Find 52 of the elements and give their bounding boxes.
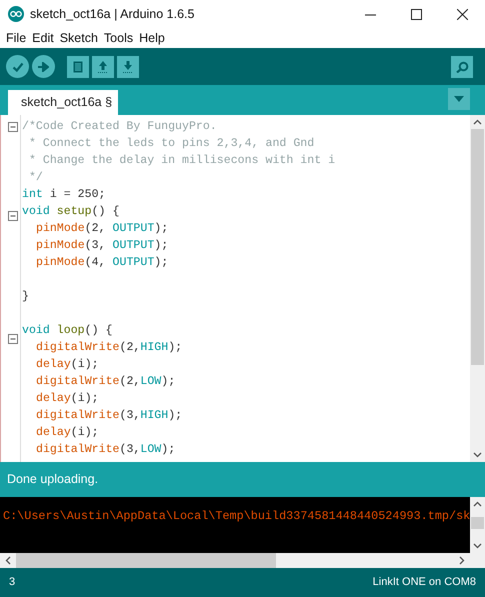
console-line: C:\Users\Austin\AppData\Local\Temp\build3374581448440524993.tmp/sk <box>2 508 470 525</box>
tab-menu-button[interactable] <box>448 88 470 110</box>
down-arrow-icon <box>123 60 133 72</box>
status-message: Done uploading. <box>7 471 98 488</box>
code-line: digitalWrite(3,LOW); <box>35 442 176 458</box>
code-line: digitalWrite(2,LOW); <box>35 374 176 390</box>
menu-item[interactable]: File <box>3 28 30 48</box>
menu-item[interactable]: Sketch <box>56 28 101 48</box>
code-line: pinMode(4, OUTPUT); <box>35 255 170 271</box>
menu-item[interactable]: Tools <box>100 28 136 48</box>
board-port-label: LinkIt ONE on COM8 <box>372 575 476 590</box>
upload-button[interactable] <box>32 55 55 78</box>
menu-item[interactable]: Help <box>136 28 168 48</box>
magnifier-icon <box>456 60 468 72</box>
code-line: pinMode(3, OUTPUT); <box>35 238 170 254</box>
open-button[interactable] <box>92 56 114 78</box>
fold-toggle-icon[interactable] <box>8 211 18 221</box>
code-line: } <box>22 289 30 305</box>
fold-toggle-icon[interactable] <box>8 122 18 132</box>
code-line: * Change the delay in millisecons with int i <box>28 153 336 169</box>
up-arrow-icon <box>98 60 108 72</box>
app-logo-icon <box>8 6 24 22</box>
menu-item[interactable]: Edit <box>29 28 57 48</box>
window-title: sketch_oct16a | Arduino 1.6.5 <box>30 6 196 23</box>
line-number: 3 <box>9 575 16 590</box>
sketch-tab[interactable]: sketch_oct16a § <box>8 90 118 115</box>
caret-icon <box>454 96 464 102</box>
code-line: delay(i); <box>35 391 100 407</box>
checkmark-icon <box>12 60 24 72</box>
code-line: void loop() { <box>22 323 114 339</box>
new-button[interactable] <box>67 56 89 78</box>
code-line: digitalWrite(2,HIGH); <box>35 340 184 356</box>
verify-button[interactable] <box>6 55 29 78</box>
code-line: digitalWrite(3,HIGH); <box>35 408 184 424</box>
maximize-icon <box>410 8 422 20</box>
horizontal-scrollbar[interactable] <box>0 553 485 568</box>
vertical-scrollbar[interactable] <box>470 115 485 462</box>
right-arrow-icon <box>38 62 49 72</box>
code-line: */ <box>28 170 44 186</box>
code-line: pinMode(2, OUTPUT); <box>35 221 170 237</box>
document-icon <box>73 60 83 72</box>
code-line: delay(i); <box>35 357 100 373</box>
vertical-scrollbar[interactable] <box>470 497 485 553</box>
code-line: delay(i); <box>35 425 100 441</box>
code-line: * Connect the leds to pins 2,3,4, and Gnd <box>28 136 316 152</box>
code-line: /*Code Created By FunguyPro. <box>22 119 218 135</box>
serial-monitor-button[interactable] <box>451 56 473 78</box>
fold-toggle-icon[interactable] <box>8 334 18 344</box>
save-button[interactable] <box>117 56 139 78</box>
close-icon <box>456 8 468 20</box>
code-line: int i = 250; <box>22 187 106 203</box>
code-line: void setup() { <box>22 204 120 220</box>
